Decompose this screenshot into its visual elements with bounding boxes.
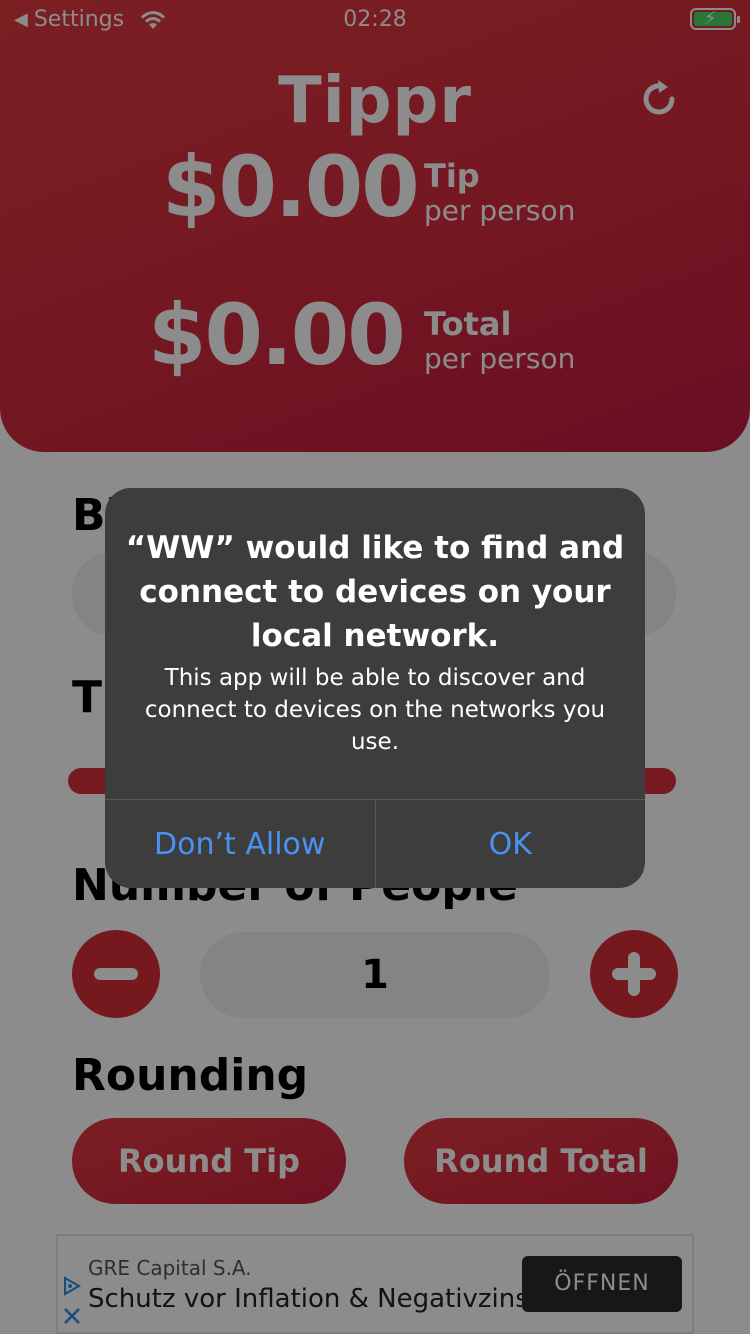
- alert-button-row: Don’t Allow OK: [105, 799, 645, 888]
- local-network-permission-alert: “WW” would like to find and connect to d…: [105, 488, 645, 888]
- alert-message: This app will be able to discover and co…: [144, 665, 606, 755]
- ok-button[interactable]: OK: [376, 800, 646, 888]
- alert-title: “WW” would like to find and connect to d…: [125, 530, 625, 654]
- dont-allow-button[interactable]: Don’t Allow: [105, 800, 376, 888]
